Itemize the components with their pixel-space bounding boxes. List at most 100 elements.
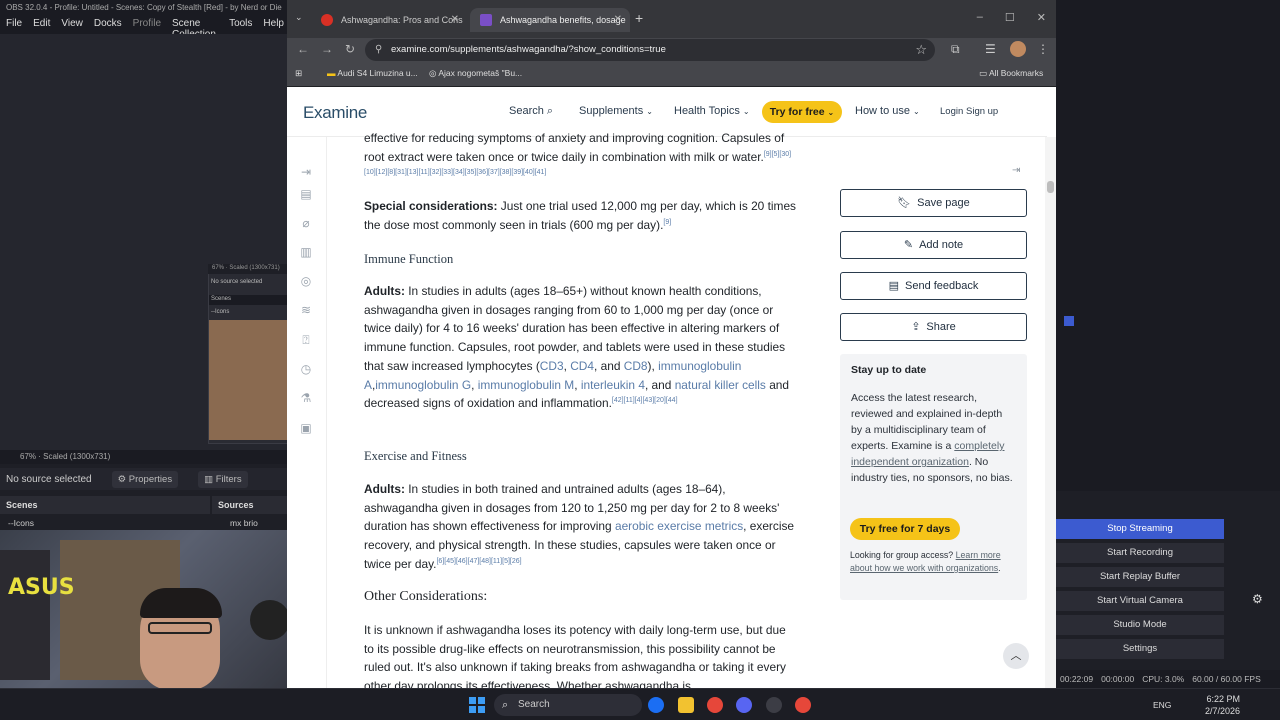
- tab-search-icon[interactable]: ⌄: [295, 12, 303, 23]
- address-bar[interactable]: ⚲ examine.com/supplements/ashwagandha/?s…: [365, 39, 935, 61]
- start-recording-button[interactable]: Start Recording: [1056, 543, 1224, 563]
- link-interleukin-4[interactable]: interleukin 4: [581, 378, 645, 392]
- nav-how-to-use[interactable]: How to use ⌄: [855, 105, 920, 117]
- obs-menu-edit[interactable]: Edit: [33, 18, 50, 32]
- file-explorer-icon[interactable]: [678, 697, 694, 713]
- edge-icon[interactable]: [648, 697, 664, 713]
- obs-menu-help[interactable]: Help: [263, 18, 284, 32]
- share-button[interactable]: ⇪ Share: [840, 313, 1027, 341]
- heading-exercise-fitness: Exercise and Fitness: [364, 449, 467, 463]
- link-natural-killer-cells[interactable]: natural killer cells: [675, 378, 766, 392]
- obs-menu-profile[interactable]: Profile: [133, 18, 161, 32]
- obs-filters-button[interactable]: ▥ Filters: [198, 470, 248, 488]
- obs-menu-scene-collection[interactable]: Scene Collection: [172, 18, 218, 40]
- minimize-icon[interactable]: –: [977, 11, 983, 24]
- group-access-text: Looking for group access? Learn more abo…: [850, 550, 1001, 573]
- virtual-camera-gear-icon[interactable]: ⚙: [1252, 592, 1263, 606]
- try-free-7-days-button[interactable]: Try free for 7 days: [850, 518, 960, 540]
- browser-toolbar: ← → ↻ ⚲ examine.com/supplements/ashwagan…: [287, 38, 1056, 62]
- chrome-icon[interactable]: [707, 697, 723, 713]
- expand-rail-icon[interactable]: ⇥: [299, 165, 313, 179]
- language-indicator[interactable]: ENG: [1153, 700, 1171, 710]
- link-cd4[interactable]: CD4: [570, 359, 594, 373]
- add-note-button[interactable]: ✎ Add note: [840, 231, 1027, 259]
- obs-menu-file[interactable]: File: [6, 18, 22, 32]
- scroll-to-top-button[interactable]: ︿: [1003, 643, 1029, 669]
- link-immunoglobulin-m[interactable]: immunoglobulin M: [478, 378, 575, 392]
- reload-icon[interactable]: ↻: [345, 42, 355, 56]
- obs-taskbar-icon[interactable]: [766, 697, 782, 713]
- citations[interactable]: [9]: [663, 219, 671, 226]
- chart-bars-icon[interactable]: ▥: [299, 245, 313, 259]
- window-controls: – ☐ ✕: [977, 11, 1046, 24]
- clock[interactable]: 6:22 PM 2/7/2026: [1205, 693, 1240, 717]
- save-page-button[interactable]: 🔖︎ Save page: [840, 189, 1027, 217]
- tab-title: Ashwagandha benefits, dosage: [500, 15, 626, 25]
- citations[interactable]: [42][11][4][43][20][44]: [612, 397, 678, 404]
- send-feedback-button[interactable]: ▤ Send feedback: [840, 272, 1027, 300]
- menu-kebab-icon[interactable]: ⋮: [1037, 42, 1049, 56]
- stop-streaming-button[interactable]: Stop Streaming: [1056, 519, 1224, 539]
- maximize-icon[interactable]: ☐: [1005, 11, 1015, 24]
- nav-health-topics[interactable]: Health Topics ⌄: [674, 105, 750, 117]
- faq-icon[interactable]: ⍰: [299, 333, 313, 347]
- examine-logo[interactable]: Examine: [303, 103, 367, 123]
- extensions-icon[interactable]: ⧉: [951, 42, 960, 57]
- rec-time: 00:00:00: [1101, 674, 1135, 684]
- nav-supplements[interactable]: Supplements ⌄: [579, 105, 653, 117]
- site-info-icon[interactable]: ⚲: [375, 44, 382, 55]
- summary-icon[interactable]: ▤: [299, 187, 313, 201]
- collapse-sidebar-icon[interactable]: ⇥: [1012, 165, 1020, 176]
- all-bookmarks[interactable]: ▭ All Bookmarks: [979, 68, 1043, 79]
- obs-properties-button[interactable]: ⚙ Properties: [111, 470, 179, 488]
- forward-icon[interactable]: →: [321, 42, 333, 56]
- new-tab-icon[interactable]: +: [635, 10, 643, 26]
- target-icon[interactable]: ◎: [299, 274, 313, 288]
- discord-icon[interactable]: [736, 697, 752, 713]
- flask-icon[interactable]: ⚗: [299, 391, 313, 405]
- taskbar-search[interactable]: ⌕ Search: [494, 694, 642, 716]
- bookmark-ajax[interactable]: ◎ Ajax nogometaš "Bu...: [429, 68, 522, 79]
- citations[interactable]: [6][45][46][47][48][11][5][26]: [436, 558, 521, 565]
- start-virtual-camera-button[interactable]: Start Virtual Camera: [1056, 591, 1224, 611]
- start-replay-buffer-button[interactable]: Start Replay Buffer: [1056, 567, 1224, 587]
- scrollbar-thumb[interactable]: [1047, 181, 1054, 193]
- close-window-icon[interactable]: ✕: [1037, 11, 1046, 24]
- pill-icon[interactable]: ⌀: [299, 216, 313, 230]
- obs-menu-view[interactable]: View: [61, 18, 83, 32]
- close-tab-icon[interactable]: ✕: [614, 14, 622, 25]
- try-for-free-button[interactable]: Try for free ⌄: [762, 101, 842, 123]
- back-icon[interactable]: ←: [297, 42, 309, 56]
- link-aerobic-exercise-metrics[interactable]: aerobic exercise metrics: [615, 519, 743, 533]
- bookmark-star-icon[interactable]: ☆: [915, 42, 927, 58]
- references-icon[interactable]: ▣: [299, 421, 313, 435]
- link-cd8[interactable]: CD8: [624, 359, 648, 373]
- obs-statusbar: 00:22:09 00:00:00 CPU: 3.0% 60.00 / 60.0…: [1056, 670, 1280, 688]
- link-cd3[interactable]: CD3: [540, 359, 564, 373]
- profile-avatar[interactable]: [1010, 41, 1026, 57]
- signup-link[interactable]: Sign up: [966, 106, 998, 117]
- bookmark-audi[interactable]: ▬ Audi S4 Limuzina u...: [327, 68, 418, 78]
- obs-source-item[interactable]: mx brio: [222, 516, 266, 530]
- page-scrollbar[interactable]: [1045, 137, 1056, 688]
- signal-icon[interactable]: ≋: [299, 303, 313, 317]
- obs-menu-tools[interactable]: Tools: [229, 18, 252, 32]
- studio-mode-button[interactable]: Studio Mode: [1056, 615, 1224, 635]
- chrome-profile-icon[interactable]: [795, 697, 811, 713]
- obs-scene-item[interactable]: --Icons: [0, 516, 42, 530]
- settings-button[interactable]: Settings: [1056, 639, 1224, 659]
- history-icon[interactable]: ◷: [299, 362, 313, 376]
- reading-list-icon[interactable]: ☰: [985, 42, 996, 56]
- link-immunoglobulin-g[interactable]: immunoglobulin G: [375, 378, 471, 392]
- obs-menu-docks[interactable]: Docks: [94, 18, 122, 32]
- nav-search[interactable]: Search ⌕: [509, 105, 553, 118]
- apps-grid-icon[interactable]: ⊞: [295, 68, 302, 79]
- tab-ashwagandha-benefits[interactable]: Ashwagandha benefits, dosage ✕: [470, 8, 630, 32]
- windows-start-icon[interactable]: [469, 697, 485, 713]
- login-link[interactable]: Login: [940, 106, 963, 117]
- clock-time: 6:22 PM: [1206, 694, 1240, 704]
- paragraph-anxiety-tail: effective for reducing symptoms of anxie…: [364, 131, 792, 177]
- tab-ashwagandha-pros[interactable]: Ashwagandha: Pros and Cons ✕: [311, 8, 467, 32]
- search-icon: ⌕: [502, 699, 509, 711]
- close-tab-icon[interactable]: ✕: [451, 14, 459, 25]
